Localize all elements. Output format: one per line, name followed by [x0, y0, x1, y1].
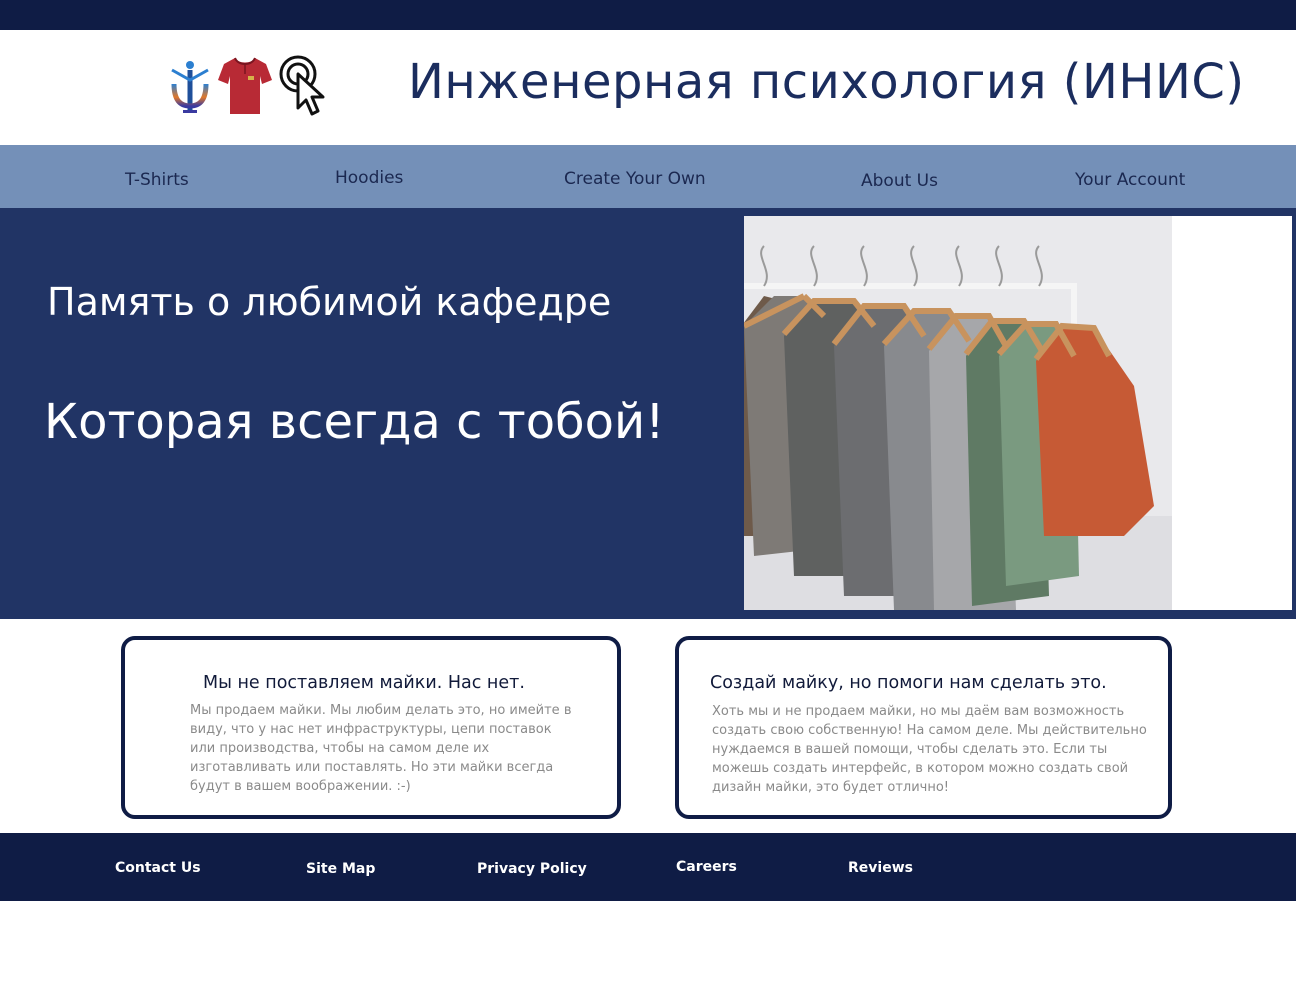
nav-item-create-your-own[interactable]: Create Your Own — [564, 169, 706, 189]
nav-item-hoodies[interactable]: Hoodies — [335, 168, 403, 188]
click-cursor-icon — [279, 55, 325, 116]
nav-item-about-us[interactable]: About Us — [861, 171, 938, 191]
site-header: Инженерная психология (ИНИС) — [0, 30, 1296, 145]
card-title: Мы не поставляем майки. Нас нет. — [203, 673, 525, 693]
hero-tagline: Память о любимой кафедре — [47, 280, 612, 324]
card-body: Мы продаем майки. Мы любим делать это, н… — [190, 703, 572, 794]
top-bar — [0, 0, 1296, 30]
t-shirt-icon — [218, 57, 272, 114]
psi-logo-icon — [171, 61, 209, 113]
info-card-create-shirt: Создай майку, но помоги нам сделать это.… — [675, 636, 1172, 819]
hero-headline: Которая всегда с тобой! — [44, 394, 665, 450]
clothing-rack-photo — [744, 216, 1292, 610]
site-title: Инженерная психология (ИНИС) — [408, 54, 1245, 110]
hero-banner: Память о любимой кафедре Которая всегда … — [0, 208, 1296, 619]
main-nav: T-Shirts Hoodies Create Your Own About U… — [0, 145, 1296, 208]
footer-link-privacy-policy[interactable]: Privacy Policy — [477, 861, 587, 877]
nav-item-t-shirts[interactable]: T-Shirts — [125, 170, 189, 190]
footer-link-reviews[interactable]: Reviews — [848, 860, 913, 876]
footer-link-contact-us[interactable]: Contact Us — [115, 860, 201, 876]
info-card-no-shirts: Мы не поставляем майки. Нас нет. Мы прод… — [121, 636, 621, 819]
footer-link-site-map[interactable]: Site Map — [306, 861, 375, 877]
card-body: Хоть мы и не продаем майки, но мы даём в… — [712, 704, 1147, 795]
clothing-rack-illustration — [744, 216, 1292, 610]
footer-link-careers[interactable]: Careers — [676, 859, 737, 875]
site-footer: Contact Us Site Map Privacy Policy Caree… — [0, 833, 1296, 901]
nav-item-your-account[interactable]: Your Account — [1075, 170, 1185, 190]
card-title: Создай майку, но помоги нам сделать это. — [710, 673, 1107, 693]
logo-group[interactable] — [168, 52, 333, 122]
